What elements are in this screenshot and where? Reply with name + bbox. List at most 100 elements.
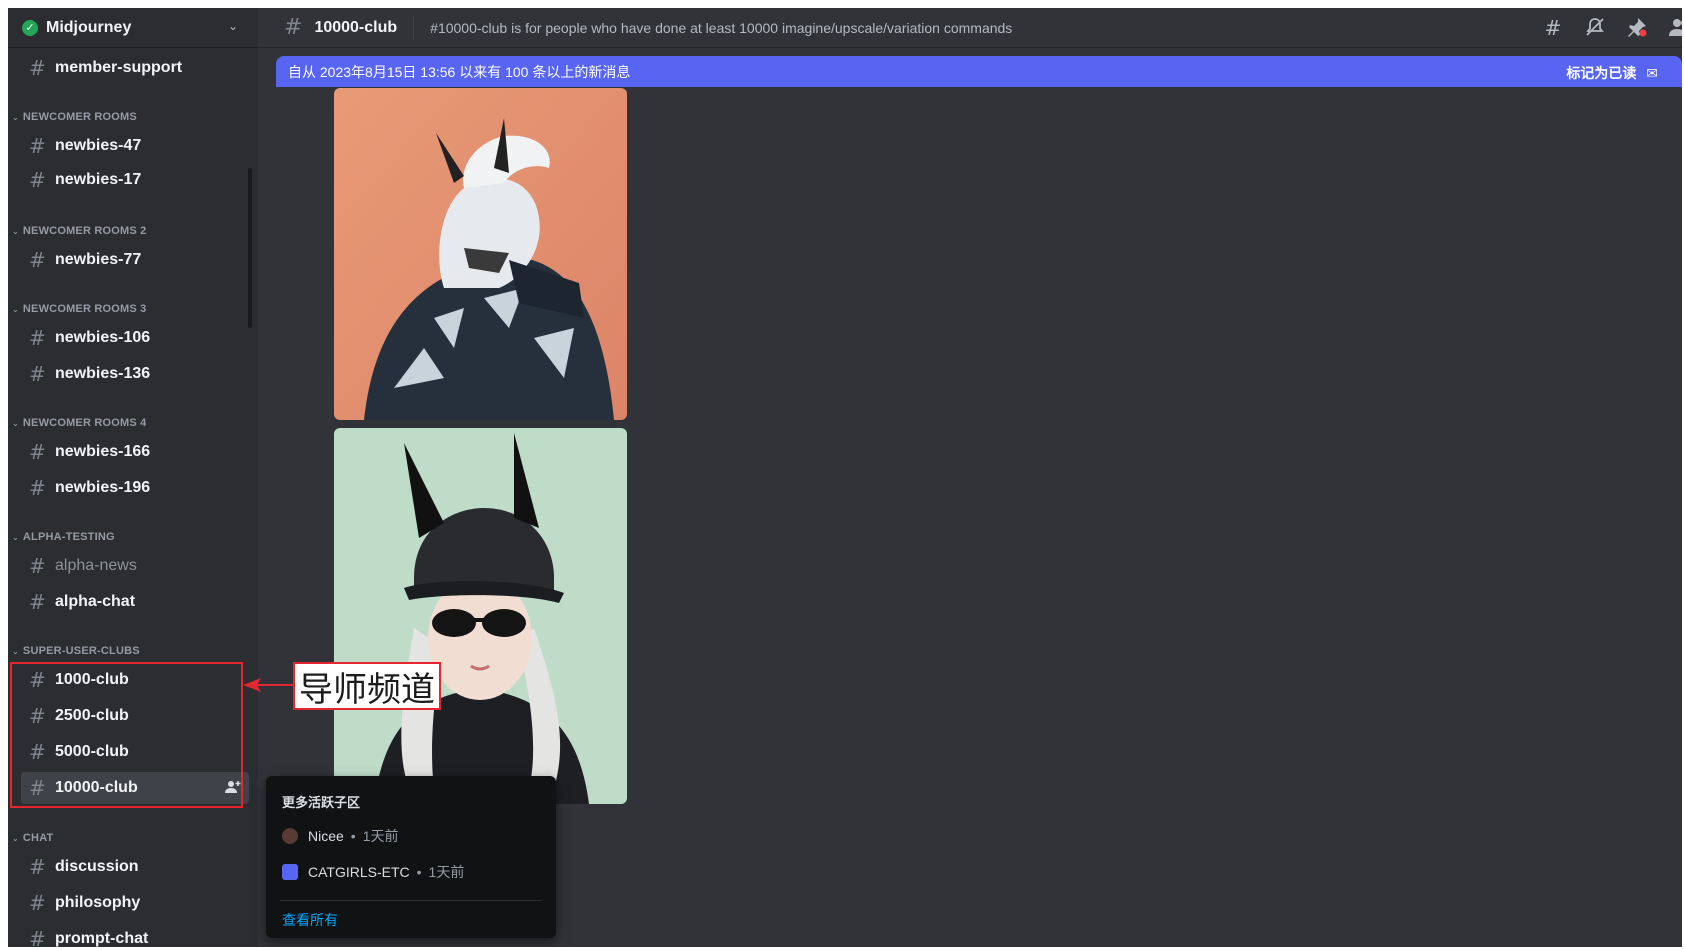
category-alpha-testing[interactable]: ⌄ ALPHA-TESTING: [12, 531, 115, 543]
avatar: [282, 828, 298, 844]
sidebar-scrollbar[interactable]: [248, 168, 252, 328]
channel-newbies-77[interactable]: # newbies-77: [21, 244, 249, 276]
popup-title: 更多活跃子区: [282, 795, 361, 810]
server-header[interactable]: ✓ Midjourney ⌄: [8, 8, 258, 48]
channel-alpha-news[interactable]: # alpha-news: [21, 550, 249, 582]
category-label: NEWCOMER ROOMS 2: [22, 225, 147, 237]
channel-header: # 10000-club #10000-club is for people w…: [258, 8, 1682, 48]
category-chat[interactable]: ⌄ CHAT: [12, 832, 53, 844]
text-channel-icon: #: [29, 134, 46, 158]
thread-time: 1天前: [362, 828, 399, 844]
channel-philosophy[interactable]: # philosophy: [21, 887, 249, 919]
text-channel-icon: #: [29, 168, 46, 192]
new-messages-text: 自从 2023年8月15日 13:56 以来有 100 条以上的新消息: [288, 63, 631, 80]
channel-newbies-17[interactable]: # newbies-17: [21, 164, 249, 196]
caret-down-icon: ⌄: [12, 532, 19, 542]
channel-newbies-166[interactable]: # newbies-166: [21, 436, 249, 468]
channel-newbies-136[interactable]: # newbies-136: [21, 358, 249, 390]
category-newcomer-rooms[interactable]: ⌄ NEWCOMER ROOMS: [12, 111, 137, 123]
category-label: SUPER-USER-CLUBS: [22, 645, 140, 657]
category-label: CHAT: [22, 832, 54, 844]
annotation-highlight-box: [10, 662, 243, 808]
chevron-down-icon[interactable]: ⌄: [228, 19, 238, 33]
discord-logo-icon: [282, 864, 298, 880]
active-threads-popup: 更多活跃子区 Nicee • 1天前 CATGIRLS-ETC • 1天前 查看…: [266, 776, 556, 938]
view-all-link[interactable]: 查看所有: [282, 910, 338, 930]
category-label: NEWCOMER ROOMS 4: [22, 417, 147, 429]
category-label: NEWCOMER ROOMS: [22, 111, 137, 123]
channel-discussion[interactable]: # discussion: [21, 851, 249, 883]
caret-down-icon: ⌄: [12, 304, 19, 314]
channel-label: member-support: [55, 59, 183, 76]
annotation-label: 导师频道: [293, 662, 441, 710]
channel-label: newbies-106: [55, 329, 151, 346]
caret-down-icon: ⌄: [12, 833, 19, 843]
channel-topic[interactable]: #10000-club is for people who have done …: [430, 20, 1012, 36]
thread-row[interactable]: CATGIRLS-ETC • 1天前: [282, 862, 464, 882]
caret-down-icon: ⌄: [12, 646, 19, 656]
text-channel-icon: #: [29, 891, 46, 915]
text-channel-icon: #: [29, 56, 46, 80]
pin-icon[interactable]: [1625, 16, 1649, 40]
category-newcomer-rooms-4[interactable]: ⌄ NEWCOMER ROOMS 4: [12, 417, 147, 429]
text-channel-icon: #: [29, 927, 46, 947]
text-channel-icon: #: [29, 440, 46, 464]
thread-name: CATGIRLS-ETC: [308, 864, 410, 880]
channel-label: prompt-chat: [55, 930, 149, 947]
thread-row[interactable]: Nicee • 1天前: [282, 826, 399, 846]
separator-dot: •: [350, 828, 356, 844]
text-channel-icon: #: [29, 362, 46, 386]
channel-label: newbies-77: [55, 251, 142, 268]
caret-down-icon: ⌄: [12, 112, 19, 122]
channel-label: philosophy: [55, 894, 141, 911]
annotation-arrow-icon: [243, 678, 295, 692]
category-newcomer-rooms-2[interactable]: ⌄ NEWCOMER ROOMS 2: [12, 225, 147, 237]
thread-name: Nicee: [308, 828, 344, 844]
text-channel-icon: #: [29, 590, 46, 614]
message-image-demon-jacket[interactable]: [334, 88, 627, 420]
mark-as-read-button[interactable]: 标记为已读 ✉: [1566, 63, 1658, 83]
caret-down-icon: ⌄: [12, 226, 19, 236]
text-channel-icon: #: [29, 248, 46, 272]
discord-window: ✓ Midjourney ⌄ # member-support ⌄ NEWCOM…: [8, 8, 1682, 947]
channel-label: newbies-196: [55, 479, 151, 496]
channel-label: discussion: [55, 858, 139, 875]
channel-label: newbies-166: [55, 443, 151, 460]
message-image-cap-girl[interactable]: [334, 428, 627, 804]
channel-label: alpha-news: [55, 557, 137, 574]
threads-icon[interactable]: #: [1541, 16, 1565, 40]
channel-label: alpha-chat: [55, 593, 136, 610]
text-channel-icon: #: [29, 554, 46, 578]
channel-alpha-chat[interactable]: # alpha-chat: [21, 586, 249, 618]
mark-read-icon: ✉: [1646, 65, 1658, 81]
text-channel-icon: #: [29, 476, 46, 500]
channel-title: 10000-club: [314, 18, 398, 36]
text-channel-icon: #: [29, 855, 46, 879]
channel-label: newbies-136: [55, 365, 151, 382]
thread-time: 1天前: [428, 864, 465, 880]
channel-member-support[interactable]: # member-support: [21, 52, 249, 84]
caret-down-icon: ⌄: [12, 418, 19, 428]
category-super-user-clubs[interactable]: ⌄ SUPER-USER-CLUBS: [12, 645, 140, 657]
channel-newbies-196[interactable]: # newbies-196: [21, 472, 249, 504]
mark-as-read-label: 标记为已读: [1566, 65, 1637, 81]
channel-label: newbies-17: [55, 171, 142, 188]
channel-prompt-chat[interactable]: # prompt-chat: [21, 923, 249, 947]
annotation-label-text: 导师频道: [299, 669, 435, 710]
category-label: ALPHA-TESTING: [22, 531, 115, 543]
notification-muted-icon[interactable]: [1583, 16, 1607, 40]
category-label: NEWCOMER ROOMS 3: [22, 303, 147, 315]
channel-newbies-106[interactable]: # newbies-106: [21, 322, 249, 354]
channel-label: newbies-47: [55, 137, 142, 154]
new-messages-banner[interactable]: 自从 2023年8月15日 13:56 以来有 100 条以上的新消息 标记为已…: [276, 56, 1682, 87]
channel-newbies-47[interactable]: # newbies-47: [21, 130, 249, 162]
text-channel-icon: #: [29, 326, 46, 350]
text-channel-icon: #: [284, 15, 303, 40]
popup-divider: [280, 900, 542, 901]
separator-dot: •: [416, 864, 422, 880]
server-name: Midjourney: [46, 18, 132, 36]
category-newcomer-rooms-3[interactable]: ⌄ NEWCOMER ROOMS 3: [12, 303, 147, 315]
member-list-icon[interactable]: [1667, 16, 1682, 40]
header-divider: [413, 15, 415, 40]
verified-badge-icon: ✓: [22, 19, 38, 36]
